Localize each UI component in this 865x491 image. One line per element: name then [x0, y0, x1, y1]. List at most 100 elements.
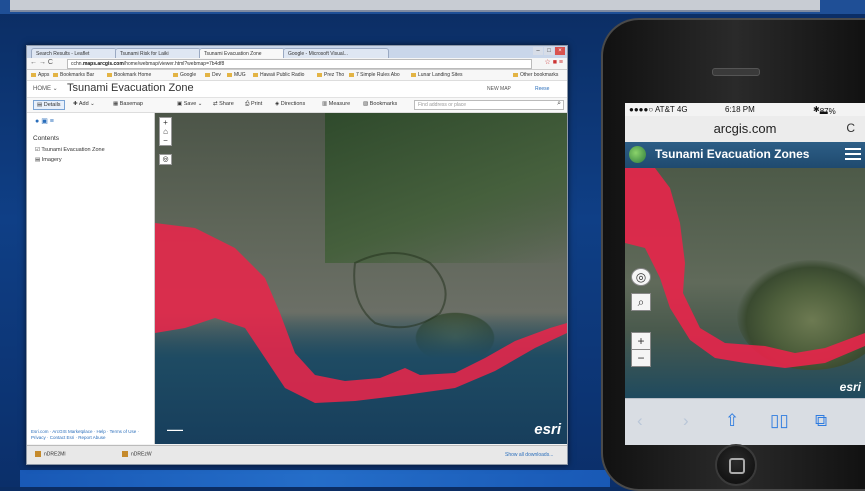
bookmark-label: Prez Tho: [324, 72, 345, 78]
esri-logo: esri: [534, 421, 561, 438]
home-button[interactable]: [715, 444, 757, 486]
url-domain: maps.arcgis.com: [82, 61, 124, 67]
page-icon: [349, 72, 354, 77]
print-button[interactable]: ⎙ Print: [245, 101, 262, 108]
forward-icon[interactable]: →: [39, 59, 46, 66]
download-file-icon: [122, 451, 128, 457]
tabs-icon[interactable]: ⧉: [815, 411, 827, 431]
battery-icon: ▬: [819, 107, 828, 116]
zoom-in-button[interactable]: +: [160, 118, 171, 127]
reload-icon[interactable]: C: [48, 59, 53, 66]
add-button[interactable]: ✚ Add ⌄: [73, 101, 95, 107]
phone-evacuation-zone-overlay: [625, 168, 865, 368]
about-icon[interactable]: ●: [35, 118, 39, 125]
folder-icon: [205, 72, 210, 77]
download-item[interactable]: nDRE2MI: [35, 451, 66, 457]
zoom-in-button[interactable]: +: [631, 332, 651, 350]
evacuation-zone-shape: [155, 223, 567, 403]
bookmark-label: Apps: [38, 72, 50, 78]
zoom-control: + ⌂ −: [159, 117, 172, 146]
basemap-label: Basemap: [119, 101, 143, 107]
map-view[interactable]: + ⌂ − ◎ ▬▬▬▬ esri: [155, 113, 567, 444]
new-map-button[interactable]: NEW MAP: [487, 86, 511, 92]
forward-icon[interactable]: ›: [683, 411, 689, 431]
phone-map-view[interactable]: ◎ ⌕ + − esri: [625, 168, 865, 398]
zoom-out-button[interactable]: −: [631, 349, 651, 367]
iphone-device: ●●●●○ AT&T 4G 6:18 PM ✱ 87% ▬ arcgis.com…: [601, 18, 865, 491]
maximize-icon[interactable]: □: [544, 47, 554, 55]
safari-url-bar[interactable]: arcgis.com C: [625, 116, 865, 142]
home-menu[interactable]: HOME ⌄: [33, 85, 58, 92]
bookmark-item[interactable]: Apps: [31, 70, 49, 80]
layer-item[interactable]: ▤ Imagery: [35, 157, 62, 163]
locate-button[interactable]: ◎: [159, 154, 172, 165]
search-icon[interactable]: ⌕: [557, 100, 561, 108]
save-icon: ▣: [177, 101, 183, 107]
bottom-glow: [20, 470, 610, 487]
bookmark-item[interactable]: Dev: [205, 70, 221, 80]
home-label: HOME: [33, 86, 51, 92]
page-icon: [317, 72, 322, 77]
print-icon: ⎙: [245, 101, 250, 107]
share-icon[interactable]: ⇧: [725, 411, 739, 431]
minimize-icon[interactable]: –: [533, 47, 543, 55]
locate-icon: ◎: [162, 156, 169, 163]
directions-button[interactable]: ◈ Directions: [275, 101, 305, 107]
share-button[interactable]: ⇄ Share: [213, 101, 234, 107]
bookmark-label: Bookmarks Bar: [60, 72, 95, 78]
bookmark-item[interactable]: Lunar Landing Sites: [411, 70, 462, 80]
bookmark-item[interactable]: MUG: [227, 70, 246, 80]
show-all-downloads-link[interactable]: Show all downloads...: [505, 452, 553, 458]
bookmark-item[interactable]: Other bookmarks: [513, 70, 558, 80]
menu-icon[interactable]: [845, 148, 861, 161]
search-button[interactable]: ⌕: [631, 293, 651, 311]
bookmark-label: MUG: [234, 72, 246, 78]
search-input[interactable]: Find address or place ⌕: [414, 100, 564, 110]
google-icon: [173, 72, 178, 77]
locate-button[interactable]: ◎: [631, 268, 651, 286]
bookmark-item[interactable]: 7 Simple Rules Abo: [349, 70, 400, 80]
legend-icon[interactable]: ≡: [50, 118, 54, 125]
reload-icon[interactable]: C: [846, 121, 855, 135]
back-icon[interactable]: ‹: [637, 411, 643, 431]
back-icon[interactable]: ←: [30, 59, 37, 66]
bookmarks-button[interactable]: ▧ Bookmarks: [363, 101, 397, 107]
extension-icon[interactable]: ☆ ■ ≡: [545, 58, 563, 66]
tab-strip: Search Results - Leaflet Tsunami Risk fo…: [27, 46, 567, 59]
add-icon: ✚: [73, 101, 78, 107]
close-icon[interactable]: ×: [555, 47, 565, 55]
basemap-button[interactable]: ▦ Basemap: [113, 101, 143, 107]
download-file-icon: [35, 451, 41, 457]
details-button[interactable]: ▤ Details: [33, 100, 65, 110]
add-label: Add: [78, 101, 89, 107]
share-label: Share: [219, 101, 234, 107]
home-extent-icon[interactable]: ⌂: [160, 127, 171, 136]
zoom-out-button[interactable]: −: [160, 136, 171, 145]
url-path: /home/webmap/viewer.html?webmap=7b4df8: [123, 61, 225, 67]
share-icon: ⇄: [213, 101, 218, 107]
download-item[interactable]: nDREzW: [122, 451, 152, 457]
bookmark-label: Dev: [212, 72, 221, 78]
search-placeholder: Find address or place: [418, 102, 467, 108]
bookmark-item[interactable]: Google: [173, 70, 196, 80]
url-field[interactable]: cchn.maps.arcgis.com/home/webmap/viewer.…: [67, 59, 532, 69]
app-title: Tsunami Evacuation Zones: [655, 147, 810, 161]
contents-icon[interactable]: ▣: [41, 118, 48, 125]
user-menu[interactable]: Reese: [535, 86, 549, 92]
bookmark-item[interactable]: Prez Tho: [317, 70, 344, 80]
carrier-label: ●●●●○ AT&T 4G: [629, 105, 688, 114]
bookmark-item[interactable]: Bookmarks Bar: [53, 70, 94, 80]
measure-button[interactable]: ▥ Measure: [322, 101, 350, 107]
download-label: nDREzW: [131, 451, 152, 458]
save-button[interactable]: ▣ Save ⌄: [177, 101, 202, 107]
bookmark-item[interactable]: Bookmark Home: [107, 70, 151, 80]
folder-icon: [53, 72, 58, 77]
layer-item[interactable]: ☑ Tsunami Evacuation Zone: [35, 147, 105, 153]
bookmarks-icon[interactable]: ▯▯: [770, 411, 789, 431]
footer-links[interactable]: Esri.com · ArcGIS Marketplace · Help · T…: [31, 429, 149, 441]
diamond-head-crater: [353, 252, 447, 329]
window-controls: – □ ×: [532, 47, 565, 55]
url-prefix: cchn.: [71, 61, 83, 67]
bookmark-label: 7 Simple Rules Abo: [356, 72, 400, 78]
bookmark-item[interactable]: Hawaii Public Radio: [253, 70, 304, 80]
